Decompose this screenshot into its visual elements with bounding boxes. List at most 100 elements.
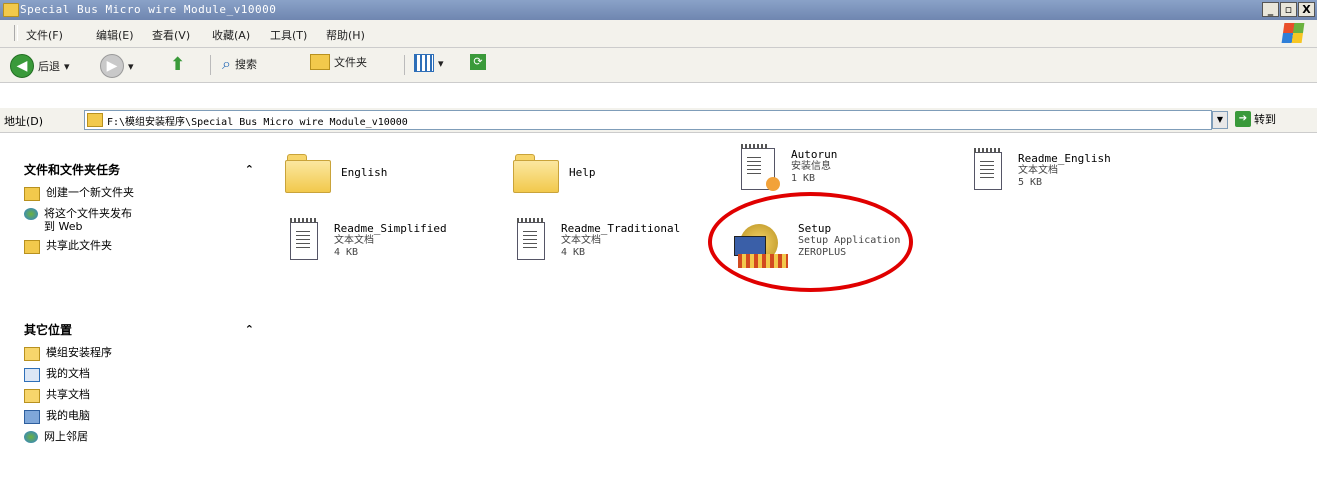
network-icon [24,431,38,443]
forward-arrow-icon: ▶ [100,54,124,78]
folder-icon [3,3,19,17]
place-my-documents[interactable]: 我的文档 [16,364,262,385]
chevron-down-icon[interactable]: ▾ [64,60,70,73]
task-publish-web[interactable]: 将这个文件夹发布到 Web [16,204,262,236]
file-readme-traditional[interactable]: Readme_Traditional 文本文档 4 KB [509,218,681,260]
share-folder-icon [24,240,40,254]
globe-icon [24,208,38,220]
go-label: 转到 [1254,113,1276,126]
file-english-folder[interactable]: English [285,150,388,193]
file-name: Readme_Simplified [334,222,447,235]
setup-info-icon [741,144,780,191]
collapse-chevron-icon[interactable]: ⌃ [245,323,254,336]
file-name: Autorun [791,148,838,161]
menu-help[interactable]: 帮助(H) [326,27,365,43]
place-label: 我的电脑 [46,409,90,422]
task-share-folder[interactable]: 共享此文件夹 [16,236,262,257]
file-name: Readme_English [1018,152,1111,165]
views-button[interactable]: ▾ [414,54,444,72]
file-type: 文本文档 [561,235,601,246]
chevron-down-icon[interactable]: ▾ [438,57,444,70]
place-my-computer[interactable]: 我的电脑 [16,406,262,427]
menu-bar: 文件(F) 编辑(E) 查看(V) 收藏(A) 工具(T) 帮助(H) [0,20,1317,48]
menu-file[interactable]: 文件(F) [26,27,63,43]
file-size: 4 KB [561,247,586,258]
place-label: 我的文档 [46,367,90,380]
search-label: 搜索 [234,58,257,71]
file-name: Help [569,166,596,179]
folders-label: 文件夹 [334,56,367,69]
folder-icon [87,113,103,127]
back-arrow-icon: ◀ [10,54,34,78]
window-title: Special Bus Micro wire Module_v10000 [20,3,277,16]
title-bar[interactable]: Special Bus Micro wire Module_v10000 _ ▫… [0,0,1317,20]
collapse-chevron-icon[interactable]: ⌃ [245,163,254,176]
folder-icon [24,389,40,403]
address-input[interactable]: F:\模组安装程序\Special Bus Micro wire Module_… [84,110,1212,130]
menu-favorites[interactable]: 收藏(A) [212,27,250,43]
file-size: 5 KB [1018,177,1043,188]
file-type: 安装信息 [791,161,831,172]
tasks-panel: 文件和文件夹任务 ⌃ 创建一个新文件夹 将这个文件夹发布到 Web 共享此文件夹 [16,155,262,257]
maximize-button[interactable]: ▫ [1280,2,1297,17]
forward-button[interactable]: ▶ ▾ [100,54,134,78]
task-new-folder[interactable]: 创建一个新文件夹 [16,183,262,204]
file-readme-english[interactable]: Readme_English 文本文档 5 KB [966,148,1111,190]
text-document-icon [974,148,1002,190]
place-shared-documents[interactable]: 共享文档 [16,385,262,406]
back-label: 后退 [38,60,60,73]
file-autorun[interactable]: Autorun 安装信息 1 KB [733,144,838,191]
go-button[interactable]: ➔ 转到 [1235,111,1276,127]
other-places-title: 其它位置 [24,322,73,337]
address-label: 地址(D) [4,115,44,128]
close-button[interactable]: X [1298,2,1315,17]
address-path: F:\模组安装程序\Special Bus Micro wire Module_… [107,117,408,128]
up-folder-button[interactable]: ⬆ [170,54,185,75]
menu-edit[interactable]: 编辑(E) [96,27,134,43]
file-size: 1 KB [791,173,816,184]
text-document-icon [290,218,318,260]
task-label: 共享此文件夹 [46,239,112,252]
minimize-button[interactable]: _ [1262,2,1279,17]
computer-icon [24,410,40,424]
refresh-button[interactable]: ⟳ [470,54,486,70]
file-type: 文本文档 [1018,165,1058,176]
address-dropdown-button[interactable]: ▼ [1212,111,1228,129]
highlight-circle [708,192,913,292]
task-label: 将这个文件夹发布到 Web [44,207,132,233]
text-document-icon [517,218,545,260]
place-network[interactable]: 网上邻居 [16,427,262,446]
views-icon [414,54,434,72]
place-label: 模组安装程序 [46,346,112,359]
file-size: 4 KB [334,247,359,258]
folder-icon [513,154,559,193]
place-label: 共享文档 [46,388,90,401]
documents-icon [24,368,40,382]
toolbar: ◀ 后退 ▾ ▶ ▾ ⬆ ⌕ 搜索 文件夹 ▾ ⟳ [0,48,1317,83]
chevron-down-icon[interactable]: ▾ [128,60,134,73]
other-places-panel: 其它位置 ⌃ 模组安装程序 我的文档 共享文档 我的电脑 网上邻居 [16,315,262,446]
search-icon: ⌕ [222,54,231,73]
refresh-icon: ⟳ [470,54,486,70]
menu-view[interactable]: 查看(V) [152,27,190,43]
folder-icon [24,347,40,361]
file-type: 文本文档 [334,235,374,246]
other-places-header[interactable]: 其它位置 ⌃ [16,315,262,343]
tasks-panel-header[interactable]: 文件和文件夹任务 ⌃ [16,155,262,183]
search-button[interactable]: ⌕ 搜索 [222,54,257,74]
back-button[interactable]: ◀ 后退 ▾ [10,54,70,78]
folder-icon [285,154,331,193]
folders-button[interactable]: 文件夹 [310,54,367,70]
file-name: Readme_Traditional [561,222,681,235]
new-folder-icon [24,187,40,201]
menu-tools[interactable]: 工具(T) [270,27,307,43]
file-readme-simplified[interactable]: Readme_Simplified 文本文档 4 KB [282,218,447,260]
file-name: English [341,166,388,179]
file-help-folder[interactable]: Help [513,150,596,193]
place-module-installer[interactable]: 模组安装程序 [16,343,262,364]
tasks-panel-title: 文件和文件夹任务 [24,162,121,177]
toolbar-grip[interactable] [14,25,18,41]
folder-icon [310,54,330,70]
go-arrow-icon: ➔ [1235,111,1251,127]
task-label: 创建一个新文件夹 [46,186,134,199]
